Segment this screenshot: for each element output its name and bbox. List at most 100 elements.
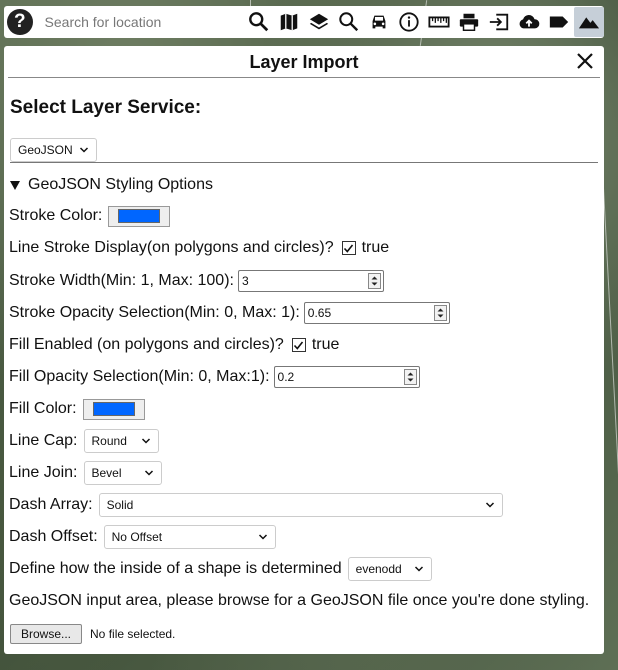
layer-service-select[interactable]: GeoJSON — [10, 138, 97, 162]
spinner-arrows-icon — [407, 372, 414, 382]
search-icon — [249, 12, 269, 32]
fill-color-label: Fill Color: — [9, 400, 77, 417]
stroke-width-value: 3 — [241, 274, 249, 288]
fill-enabled-label: Fill Enabled (on polygons and circles)? — [9, 336, 284, 353]
input-area-text: GeoJSON input area, please browse for a … — [9, 592, 590, 609]
help-icon[interactable]: ? — [7, 9, 33, 35]
line-cap-row: Line Cap: Round — [9, 429, 159, 453]
layer-service-select-value: GeoJSON — [18, 143, 73, 157]
stroke-width-label: Stroke Width(Min: 1, Max: 100): — [9, 272, 234, 289]
terrain-icon — [578, 17, 600, 29]
chevron-down-icon — [258, 534, 267, 540]
spinner-arrows-icon — [371, 276, 378, 286]
panel-title: Layer Import — [249, 52, 359, 72]
print-tool-button[interactable] — [454, 7, 484, 37]
layers-tool-button[interactable] — [304, 7, 334, 37]
line-cap-label: Line Cap: — [9, 432, 78, 449]
fill-enabled-row: Fill Enabled (on polygons and circles)? … — [9, 333, 339, 357]
fill-rule-select[interactable]: evenodd — [347, 557, 432, 581]
close-icon[interactable] — [576, 52, 594, 70]
info-icon — [399, 12, 419, 32]
dash-offset-label: Dash Offset: — [9, 528, 98, 545]
top-toolbar: ? — [4, 6, 604, 38]
chevron-down-icon — [414, 566, 423, 572]
file-input-row: Browse... No file selected. — [10, 622, 175, 646]
print-icon — [459, 13, 479, 31]
line-join-label: Line Join: — [9, 464, 78, 481]
fill-color-picker[interactable] — [82, 398, 145, 420]
tag-tool-button[interactable] — [544, 7, 574, 37]
fill-enabled-checkbox[interactable] — [291, 338, 306, 352]
fill-rule-row: Define how the inside of a shape is dete… — [9, 557, 432, 581]
checkmark-icon — [294, 341, 304, 350]
triangle-down-icon — [10, 180, 20, 190]
car-tool-button[interactable] — [364, 7, 394, 37]
dash-offset-select[interactable]: No Offset — [103, 525, 276, 549]
search-tool-button-2[interactable] — [334, 7, 364, 37]
dash-array-select[interactable]: Solid — [98, 493, 503, 517]
search-icon — [339, 12, 359, 32]
line-stroke-display-row: Line Stroke Display(on polygons and circ… — [9, 236, 389, 260]
chevron-down-icon — [485, 502, 494, 508]
file-status-text: No file selected. — [90, 627, 176, 641]
fill-opacity-input[interactable]: 0.2 — [273, 366, 420, 388]
dash-offset-row: Dash Offset: No Offset — [9, 525, 276, 549]
map-icon — [280, 13, 298, 31]
map-tool-button[interactable] — [274, 7, 304, 37]
stroke-opacity-row: Stroke Opacity Selection(Min: 0, Max: 1)… — [9, 301, 450, 325]
search-tool-button[interactable] — [244, 7, 274, 37]
layers-icon — [309, 13, 329, 30]
stroke-width-spinner[interactable] — [367, 273, 381, 289]
section-divider — [10, 162, 598, 163]
checkmark-icon — [344, 244, 354, 253]
cloud-upload-tool-button[interactable] — [514, 7, 544, 37]
fill-enabled-value: true — [311, 336, 340, 353]
line-cap-select[interactable]: Round — [83, 429, 159, 453]
spinner-arrows-icon — [437, 308, 444, 318]
fill-rule-value: evenodd — [355, 562, 402, 576]
dash-offset-value: No Offset — [111, 530, 163, 544]
fill-opacity-value: 0.2 — [277, 370, 295, 384]
fill-rule-label: Define how the inside of a shape is dete… — [9, 560, 342, 577]
stroke-color-picker[interactable] — [108, 205, 171, 227]
ruler-icon — [428, 16, 450, 28]
select-layer-service-heading: Select Layer Service: — [10, 97, 202, 118]
styling-options-summary: GeoJSON Styling Options — [28, 176, 213, 193]
stroke-opacity-label: Stroke Opacity Selection(Min: 0, Max: 1)… — [9, 304, 300, 321]
line-cap-value: Round — [91, 434, 127, 448]
input-area-row: GeoJSON input area, please browse for a … — [9, 589, 589, 613]
fill-opacity-row: Fill Opacity Selection(Min: 0, Max:1): 0… — [9, 365, 420, 389]
line-join-value: Bevel — [91, 466, 122, 480]
import-tool-button[interactable] — [484, 7, 514, 37]
stroke-opacity-value: 0.65 — [307, 306, 332, 320]
stroke-color-row: Stroke Color: — [9, 204, 171, 228]
chevron-down-icon — [144, 470, 153, 476]
terrain-tool-button[interactable] — [574, 7, 604, 37]
cloud-upload-icon — [519, 15, 540, 29]
ruler-tool-button[interactable] — [424, 7, 454, 37]
fill-opacity-spinner[interactable] — [403, 369, 417, 385]
stroke-opacity-spinner[interactable] — [433, 305, 447, 321]
fill-color-swatch — [92, 402, 135, 416]
line-stroke-display-label: Line Stroke Display(on polygons and circ… — [9, 239, 334, 256]
browse-button[interactable]: Browse... — [10, 624, 83, 644]
stroke-opacity-input[interactable]: 0.65 — [303, 302, 450, 324]
styling-options-toggle[interactable]: GeoJSON Styling Options — [9, 173, 213, 197]
line-stroke-display-checkbox[interactable] — [341, 241, 356, 255]
stroke-color-label: Stroke Color: — [9, 207, 103, 224]
chevron-down-icon — [79, 147, 89, 153]
stroke-width-input[interactable]: 3 — [237, 270, 384, 292]
location-search-input[interactable] — [40, 8, 242, 36]
panel-header: Layer Import — [8, 46, 600, 78]
line-stroke-display-value: true — [361, 239, 390, 256]
tag-icon — [549, 16, 569, 28]
info-tool-button[interactable] — [394, 7, 424, 37]
import-icon — [489, 13, 509, 31]
tool-icons — [244, 7, 604, 37]
layer-import-panel: Layer Import Select Layer Service: GeoJS… — [4, 46, 604, 654]
car-icon — [372, 15, 386, 29]
dash-array-label: Dash Array: — [9, 496, 93, 513]
line-join-select[interactable]: Bevel — [83, 461, 162, 485]
chevron-down-icon — [141, 438, 150, 444]
line-join-row: Line Join: Bevel — [9, 461, 162, 485]
